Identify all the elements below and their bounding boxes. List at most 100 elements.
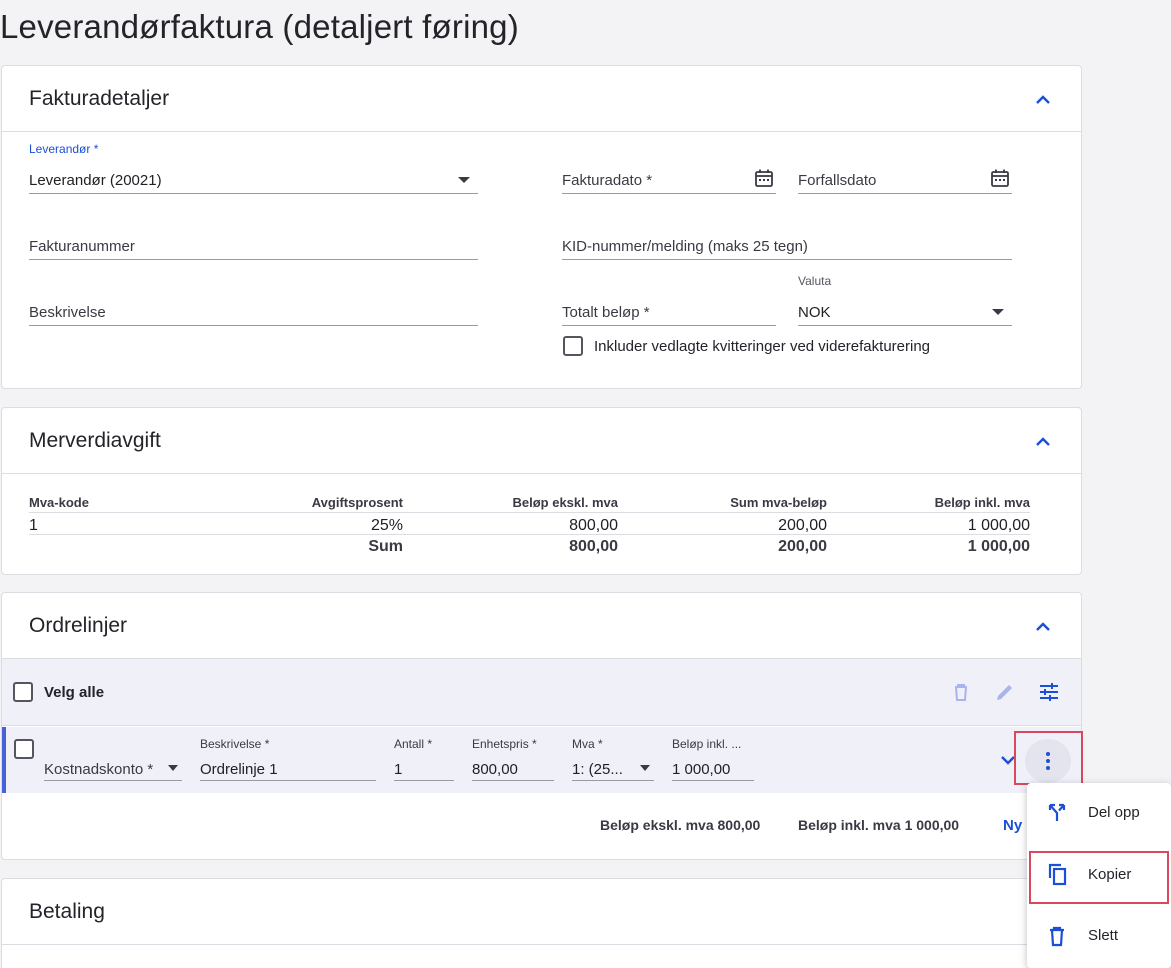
currency-label: Valuta	[798, 274, 832, 288]
total-excl-vat: Beløp ekskl. mva 800,00	[600, 817, 761, 833]
dropdown-arrow-icon	[458, 177, 470, 183]
vat-cell-code: 1	[29, 517, 38, 534]
line-checkbox[interactable]	[14, 739, 34, 759]
vat-header-code: Mva-kode	[29, 495, 89, 510]
chevron-up-icon	[1036, 437, 1050, 446]
payment-title: Betaling	[29, 900, 105, 923]
order-lines-card: Ordrelinjer Velg alle Kostnadskonto * Be…	[1, 592, 1082, 860]
vat-sum-incl: 1 000,00	[967, 538, 1030, 555]
unit-price-value: 800,00	[472, 761, 518, 778]
invoice-details-header[interactable]: Fakturadetaljer	[2, 66, 1081, 132]
vat-select-value: 1: (25...	[572, 761, 623, 778]
due-date-field[interactable]: Forfallsdato	[798, 164, 1012, 194]
supplier-value: Leverandør (20021)	[29, 172, 162, 189]
select-all-checkbox[interactable]	[13, 682, 33, 702]
pencil-icon	[997, 685, 1012, 700]
menu-item-split[interactable]: Del opp	[1027, 783, 1171, 843]
vat-table-header: Mva-kode Avgiftsprosent Beløp ekskl. mva…	[29, 492, 1030, 513]
trash-icon	[955, 684, 967, 701]
vat-header-excl: Beløp ekskl. mva	[512, 495, 619, 510]
vat-sum-vat: 200,00	[778, 538, 827, 555]
description-field[interactable]: Beskrivelse	[29, 296, 478, 326]
amount-incl-label: Beløp inkl. ...	[672, 737, 742, 751]
page-title: Leverandørfaktura (detaljert føring)	[0, 8, 519, 45]
trash-icon	[1050, 926, 1064, 947]
include-receipts-label: Inkluder vedlagte kvitteringer ved vider…	[594, 338, 931, 355]
collapse-invoice-details-button[interactable]	[1033, 90, 1053, 110]
select-all-label: Velg alle	[44, 684, 105, 701]
invoice-details-card: Fakturadetaljer Leverandør * Leverandør …	[1, 65, 1082, 389]
cost-account-select[interactable]: Kostnadskonto *	[44, 757, 182, 781]
vat-card: Merverdiavgift Mva-kode Avgiftsprosent B…	[1, 407, 1082, 575]
order-lines-title: Ordrelinjer	[29, 614, 128, 637]
tune-icon	[1040, 683, 1058, 701]
chevron-up-icon	[1036, 622, 1050, 631]
vat-cell-excl: 800,00	[569, 517, 618, 534]
invoice-number-field[interactable]: Fakturanummer	[29, 230, 478, 260]
column-settings-button[interactable]	[1037, 680, 1061, 709]
line-description-value: Ordrelinje 1	[200, 761, 278, 778]
vat-header-incl: Beløp inkl. mva	[934, 495, 1030, 510]
unit-price-label: Enhetspris *	[472, 737, 537, 751]
cost-account-label: Kostnadskonto *	[44, 761, 154, 778]
vat-header-rate: Avgiftsprosent	[311, 495, 403, 510]
vat-select-label: Mva *	[572, 737, 603, 751]
vat-cell-rate: 25%	[370, 517, 403, 534]
calendar-icon[interactable]	[754, 168, 774, 188]
vat-cell-incl: 1 000,00	[967, 517, 1030, 534]
payment-card: Betaling	[1, 878, 1082, 968]
quantity-field[interactable]: Antall * 1	[394, 737, 454, 781]
collapse-order-lines-button[interactable]	[1033, 617, 1053, 637]
new-line-link[interactable]: Ny	[1003, 817, 1022, 834]
dropdown-arrow-icon	[640, 765, 650, 771]
line-description-field[interactable]: Beskrivelse * Ordrelinje 1	[200, 737, 376, 781]
quantity-value: 1	[394, 761, 403, 778]
invoice-date-field[interactable]: Fakturadato *	[562, 164, 776, 194]
menu-item-delete[interactable]: Slett	[1027, 906, 1171, 966]
supplier-label: Leverandør *	[29, 142, 99, 156]
highlight-box	[1014, 731, 1083, 785]
invoice-number-label: Fakturanummer	[29, 238, 135, 255]
line-description-label: Beskrivelse *	[200, 737, 270, 751]
order-line-row: Kostnadskonto * Beskrivelse * Ordrelinje…	[2, 727, 1081, 793]
due-date-label: Forfallsdato	[798, 172, 877, 189]
description-label: Beskrivelse	[29, 304, 106, 321]
total-amount-field[interactable]: Totalt beløp *	[562, 296, 776, 326]
amount-incl-field[interactable]: Beløp inkl. ... 1 000,00	[672, 737, 754, 781]
vat-title: Merverdiavgift	[29, 429, 161, 452]
include-receipts-checkbox[interactable]	[563, 336, 583, 356]
kid-label: KID-nummer/melding (maks 25 tegn)	[562, 238, 808, 255]
supplier-select[interactable]: Leverandør * Leverandør (20021)	[29, 142, 478, 194]
vat-sum-row: Sum 800,00 200,00 1 000,00	[29, 535, 1030, 556]
menu-item-label: Del opp	[1088, 804, 1140, 821]
calendar-icon[interactable]	[990, 168, 1010, 188]
bulk-delete-button[interactable]	[949, 680, 973, 709]
payment-header[interactable]: Betaling	[2, 879, 1081, 945]
vat-header-vat: Sum mva-beløp	[730, 495, 827, 510]
vat-sum-label: Sum	[368, 538, 403, 555]
invoice-details-title: Fakturadetaljer	[29, 87, 170, 110]
dropdown-arrow-icon	[992, 309, 1004, 315]
amount-incl-value: 1 000,00	[672, 761, 731, 778]
menu-item-label: Slett	[1088, 927, 1119, 944]
split-icon	[1048, 803, 1066, 821]
vat-sum-excl: 800,00	[569, 538, 618, 555]
currency-value: NOK	[798, 304, 831, 321]
vat-cell-vat: 200,00	[778, 517, 827, 534]
quantity-label: Antall *	[394, 737, 433, 751]
vat-select[interactable]: Mva * 1: (25...	[572, 737, 654, 781]
dropdown-arrow-icon	[168, 765, 178, 771]
invoice-date-label: Fakturadato *	[562, 172, 653, 189]
total-incl-vat: Beløp inkl. mva 1 000,00	[798, 817, 960, 833]
unit-price-field[interactable]: Enhetspris * 800,00	[472, 737, 554, 781]
chevron-up-icon	[1036, 95, 1050, 104]
currency-select[interactable]: Valuta NOK	[798, 274, 1012, 326]
collapse-vat-button[interactable]	[1033, 432, 1053, 452]
table-row: 1 25% 800,00 200,00 1 000,00	[29, 514, 1030, 535]
total-amount-label: Totalt beløp *	[562, 304, 650, 321]
vat-header[interactable]: Merverdiavgift	[2, 408, 1081, 474]
bulk-edit-button[interactable]	[993, 680, 1017, 709]
selection-bar: Velg alle	[2, 659, 1081, 726]
order-lines-header[interactable]: Ordrelinjer	[2, 593, 1081, 659]
kid-field[interactable]: KID-nummer/melding (maks 25 tegn)	[562, 230, 1012, 260]
